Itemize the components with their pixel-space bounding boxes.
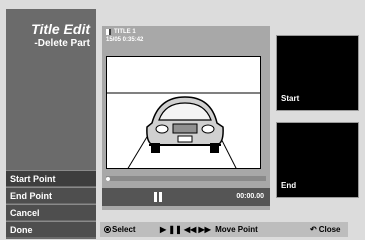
page-title: Title Edit (31, 21, 90, 37)
help-bar: Select ▶ ❚❚ ◀◀ ▶▶ Move Point ↶ Close (100, 222, 348, 237)
screen: Title Edit -Delete Part Start Point End … (0, 0, 365, 240)
menu-item-cancel[interactable]: Cancel (6, 204, 96, 220)
pause-icon[interactable] (154, 192, 162, 202)
help-close: ↶ Close (310, 222, 341, 237)
menu-item-start-point[interactable]: Start Point (6, 170, 96, 186)
left-panel: Title Edit -Delete Part Start Point End … (6, 9, 96, 239)
menu-item-done[interactable]: Done (6, 221, 96, 237)
return-icon: ↶ (310, 225, 317, 234)
end-thumbnail: End (276, 122, 359, 198)
select-icon (104, 226, 111, 233)
progress-knob[interactable] (106, 177, 110, 181)
start-thumbnail: Start (276, 35, 359, 111)
title-datetime: 15/05 0:35:42 (106, 37, 144, 43)
help-move: ▶ ❚❚ ◀◀ ▶▶ Move Point (160, 222, 258, 237)
help-select-label: Select (112, 225, 136, 234)
menu: Start Point End Point Cancel Done (6, 170, 96, 238)
progress-bar[interactable] (106, 176, 266, 181)
help-move-label: Move Point (215, 225, 258, 234)
title-name: TITLE 1 (114, 29, 136, 35)
menu-item-end-point[interactable]: End Point (6, 187, 96, 203)
page-subtitle: -Delete Part (34, 38, 90, 49)
title-info: TITLE 1 15/05 0:35:42 (106, 28, 143, 44)
transport-icons: ▶ ❚❚ ◀◀ ▶▶ (160, 225, 211, 234)
video-frame (106, 56, 261, 169)
car-illustration (107, 92, 260, 168)
help-select: Select (104, 222, 136, 237)
title-icon (106, 29, 111, 35)
playback-controls: 00:00.00 (102, 188, 270, 206)
timecode: 00:00.00 (236, 193, 264, 200)
start-label: Start (281, 94, 300, 103)
title-block: Title Edit -Delete Part (31, 21, 90, 50)
help-close-label: Close (318, 225, 341, 234)
player: TITLE 1 15/05 0:35:42 00:00.00 (102, 26, 270, 210)
end-label: End (281, 181, 297, 190)
